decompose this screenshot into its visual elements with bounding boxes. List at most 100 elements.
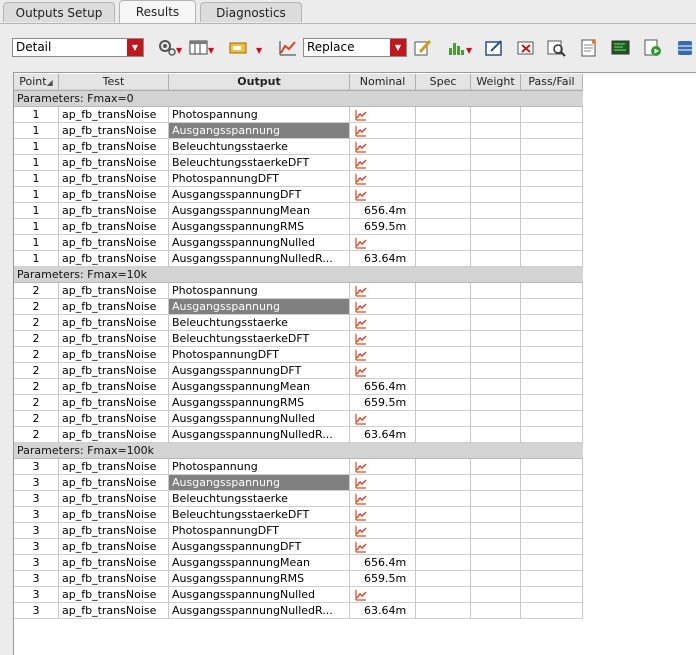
group-label: Parameters: Fmax=10k: [14, 267, 583, 283]
table-row[interactable]: 2 ap_fb_transNoise Beleuchtungsstaerke: [14, 315, 583, 331]
cell-spec: [416, 539, 471, 555]
table-row[interactable]: 3 ap_fb_transNoise AusgangsspannungDFT: [14, 539, 583, 555]
table-row[interactable]: 2 ap_fb_transNoise AusgangsspannungNulled: [14, 411, 583, 427]
plot-icon[interactable]: [355, 493, 367, 505]
cell-test: ap_fb_transNoise: [59, 587, 169, 603]
mode-select[interactable]: Replace ▼: [303, 38, 407, 57]
table-row[interactable]: 3 ap_fb_transNoise BeleuchtungsstaerkeDFT: [14, 507, 583, 523]
table-row[interactable]: 1 ap_fb_transNoise AusgangsspannungMean 656…: [14, 203, 583, 219]
run-icon[interactable]: [642, 38, 664, 58]
plot-icon[interactable]: [355, 589, 367, 601]
header-point[interactable]: Point◢: [14, 74, 59, 90]
plot-icon[interactable]: [355, 349, 367, 361]
table-row[interactable]: 3 ap_fb_transNoise AusgangsspannungRMS 659.…: [14, 571, 583, 587]
plot-icon[interactable]: [355, 413, 367, 425]
cell-test: ap_fb_transNoise: [59, 523, 169, 539]
delete-results-icon[interactable]: [516, 38, 538, 58]
table-row[interactable]: 3 ap_fb_transNoise AusgangsspannungNulled: [14, 587, 583, 603]
table-row[interactable]: 3 ap_fb_transNoise AusgangsspannungMean 656…: [14, 555, 583, 571]
table-row[interactable]: 1 ap_fb_transNoise Beleuchtungsstaerke: [14, 139, 583, 155]
table-row[interactable]: 1 ap_fb_transNoise Photospannung: [14, 107, 583, 123]
cell-output: Photospannung: [169, 283, 350, 299]
header-output[interactable]: Output: [169, 74, 350, 90]
table-row[interactable]: 2 ap_fb_transNoise BeleuchtungsstaerkeDFT: [14, 331, 583, 347]
table-row[interactable]: 2 ap_fb_transNoise Ausgangsspannung: [14, 299, 583, 315]
table-row[interactable]: 1 ap_fb_transNoise BeleuchtungsstaerkeDFT: [14, 155, 583, 171]
group-header[interactable]: Parameters: Fmax=10k: [14, 267, 583, 283]
table-row[interactable]: 2 ap_fb_transNoise PhotospannungDFT: [14, 347, 583, 363]
columns-dropdown-icon[interactable]: ▼: [208, 46, 214, 55]
table-row[interactable]: 1 ap_fb_transNoise AusgangsspannungDFT: [14, 187, 583, 203]
results-table[interactable]: Point◢ Test Output Nominal Spec Weight P…: [13, 72, 696, 655]
plot-icon[interactable]: [277, 38, 299, 58]
gear-icon[interactable]: [156, 38, 178, 58]
cell-spec: [416, 139, 471, 155]
cell-output: AusgangsspannungMean: [169, 555, 350, 571]
table-row[interactable]: 3 ap_fb_transNoise Ausgangsspannung: [14, 475, 583, 491]
plot-icon[interactable]: [355, 461, 367, 473]
report-icon[interactable]: [578, 38, 600, 58]
edit-icon[interactable]: [412, 38, 434, 58]
cell-test: ap_fb_transNoise: [59, 539, 169, 555]
table-row[interactable]: 1 ap_fb_transNoise AusgangsspannungNulledR…: [14, 251, 583, 267]
plot-icon[interactable]: [355, 509, 367, 521]
table-row[interactable]: 2 ap_fb_transNoise AusgangsspannungNulledR…: [14, 427, 583, 443]
header-passfail[interactable]: Pass/Fail: [521, 74, 583, 90]
cell-nominal: [350, 491, 416, 507]
table-row[interactable]: 3 ap_fb_transNoise AusgangsspannungNulledR…: [14, 603, 583, 619]
gear-dropdown-icon[interactable]: ▼: [176, 46, 182, 55]
table-row[interactable]: 3 ap_fb_transNoise Photospannung: [14, 459, 583, 475]
table-row[interactable]: 3 ap_fb_transNoise Beleuchtungsstaerke: [14, 491, 583, 507]
cell-weight: [471, 219, 521, 235]
tab-outputs-setup[interactable]: Outputs Setup: [3, 2, 115, 22]
cell-spec: [416, 395, 471, 411]
plot-icon[interactable]: [355, 525, 367, 537]
tab-diagnostics[interactable]: Diagnostics: [200, 2, 302, 22]
plot-icon[interactable]: [355, 301, 367, 313]
group-header[interactable]: Parameters: Fmax=100k: [14, 443, 583, 459]
table-row[interactable]: 1 ap_fb_transNoise AusgangsspannungRMS 659.…: [14, 219, 583, 235]
table-row[interactable]: 1 ap_fb_transNoise PhotospannungDFT: [14, 171, 583, 187]
plot-icon[interactable]: [355, 141, 367, 153]
table-row[interactable]: 2 ap_fb_transNoise AusgangsspannungRMS 659.…: [14, 395, 583, 411]
annotate-icon[interactable]: [484, 38, 506, 58]
histogram-dropdown-icon[interactable]: ▼: [466, 46, 472, 55]
table-row[interactable]: 2 ap_fb_transNoise AusgangsspannungDFT: [14, 363, 583, 379]
table-row[interactable]: 2 ap_fb_transNoise AusgangsspannungMean 656…: [14, 379, 583, 395]
database-icon[interactable]: [674, 38, 696, 58]
header-weight[interactable]: Weight: [471, 74, 521, 90]
table-row[interactable]: 2 ap_fb_transNoise Photospannung: [14, 283, 583, 299]
plot-icon[interactable]: [355, 173, 367, 185]
plot-icon[interactable]: [355, 157, 367, 169]
plot-icon[interactable]: [355, 285, 367, 297]
cell-point: 2: [14, 347, 59, 363]
terminal-icon[interactable]: [610, 38, 632, 58]
plot-icon[interactable]: [355, 125, 367, 137]
cell-output: AusgangsspannungRMS: [169, 571, 350, 587]
group-header[interactable]: Parameters: Fmax=0: [14, 91, 583, 107]
plot-icon[interactable]: [355, 477, 367, 489]
plot-icon[interactable]: [355, 365, 367, 377]
plot-icon[interactable]: [355, 333, 367, 345]
cell-test: ap_fb_transNoise: [59, 299, 169, 315]
plot-icon[interactable]: [355, 541, 367, 553]
cell-weight: [471, 395, 521, 411]
table-row[interactable]: 1 ap_fb_transNoise Ausgangsspannung: [14, 123, 583, 139]
table-row[interactable]: 1 ap_fb_transNoise AusgangsspannungNulled: [14, 235, 583, 251]
results-view-dropdown-icon[interactable]: ▼: [256, 46, 262, 55]
plot-icon[interactable]: [355, 317, 367, 329]
view-select[interactable]: Detail ▼: [12, 38, 144, 57]
plot-icon[interactable]: [355, 189, 367, 201]
table-columns-icon[interactable]: [188, 38, 210, 58]
table-row[interactable]: 3 ap_fb_transNoise PhotospannungDFT: [14, 523, 583, 539]
histogram-icon[interactable]: [446, 38, 468, 58]
results-view-icon[interactable]: [228, 38, 250, 58]
header-spec[interactable]: Spec: [416, 74, 471, 90]
cell-spec: [416, 427, 471, 443]
zoom-results-icon[interactable]: [546, 38, 568, 58]
header-nominal[interactable]: Nominal: [350, 74, 416, 90]
header-test[interactable]: Test: [59, 74, 169, 90]
tab-results[interactable]: Results: [119, 0, 196, 24]
plot-icon[interactable]: [355, 237, 367, 249]
plot-icon[interactable]: [355, 109, 367, 121]
